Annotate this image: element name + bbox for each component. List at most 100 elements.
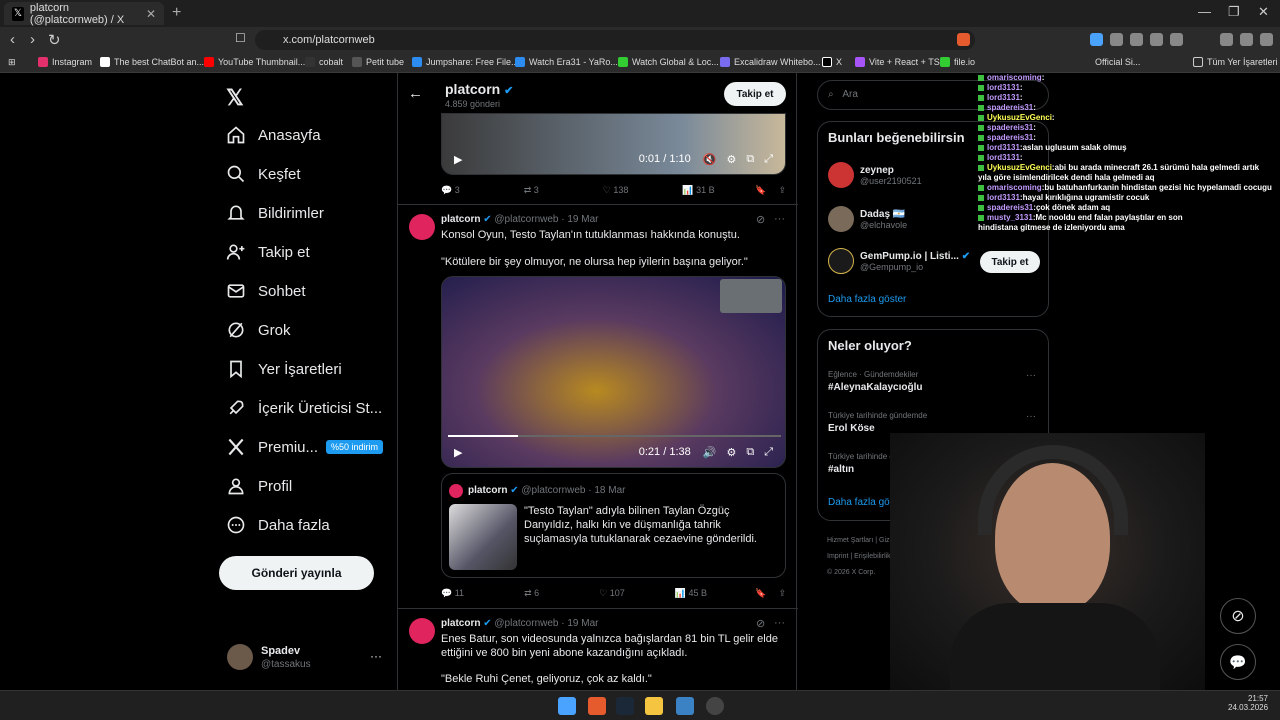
nav-explore[interactable]: Keşfet	[226, 164, 301, 184]
maximize-icon[interactable]: ❐	[1228, 4, 1240, 20]
new-tab-icon[interactable]: +	[172, 4, 181, 22]
bookmark-petit-tube[interactable]: Petit tube	[352, 57, 404, 67]
follow-button[interactable]: Takip et	[980, 251, 1040, 273]
steam-icon[interactable]	[616, 697, 634, 715]
extension-icon[interactable]	[1090, 33, 1103, 46]
nav-grok[interactable]: Grok	[226, 320, 291, 340]
minimize-icon[interactable]: —	[1198, 4, 1211, 19]
close-tab-icon[interactable]: ✕	[146, 7, 156, 21]
retweet-icon[interactable]: ⇄ 6	[524, 588, 539, 599]
nav-messages[interactable]: Sohbet	[226, 281, 306, 301]
x-logo-icon[interactable]: 𝕏	[226, 85, 244, 111]
grok-icon[interactable]: ⊘	[756, 213, 765, 226]
views-icon[interactable]: 📊 31 B	[682, 185, 714, 196]
nav-home[interactable]: Anasayfa	[226, 125, 321, 145]
fullscreen-icon[interactable]: ⤢	[764, 446, 773, 459]
video-player[interactable]: ▶ 0:01 / 1:10 🔇 ⚙ ⧉ ⤢	[441, 113, 786, 175]
play-icon[interactable]: ▶	[454, 153, 462, 166]
share-icon[interactable]: ⇪	[778, 588, 786, 599]
play-icon[interactable]: ▶	[454, 446, 462, 459]
reply-icon[interactable]: 💬 3	[441, 185, 460, 196]
obs-icon[interactable]	[706, 697, 724, 715]
browser-tab[interactable]: 𝕏 platcorn (@platcornweb) / X ✕	[4, 2, 164, 26]
bookmark-icon[interactable]: 🔖	[755, 588, 766, 599]
forward-icon[interactable]: ›	[30, 31, 35, 48]
back-arrow-icon[interactable]: ←	[408, 85, 423, 102]
video-player[interactable]: ▶ 0:21 / 1:38 🔊 ⚙ ⧉ ⤢	[441, 276, 786, 468]
vpn-icon[interactable]	[1240, 33, 1253, 46]
back-icon[interactable]: ‹	[10, 31, 15, 48]
nav-more[interactable]: Daha fazla	[226, 515, 330, 535]
music-icon[interactable]	[1220, 33, 1233, 46]
trend-item[interactable]: Eğlence · Gündemdekiler #AleynaKalaycıoğl…	[828, 370, 922, 393]
bookmark-page-icon[interactable]: ☐	[235, 31, 246, 45]
all-bookmarks[interactable]: Tüm Yer İşaretleri	[1193, 57, 1278, 67]
app-icon[interactable]	[676, 697, 694, 715]
bookmark-file-io[interactable]: file.io	[940, 57, 975, 67]
nav-profile[interactable]: Profil	[226, 476, 292, 496]
bookmark-jumpshare[interactable]: Jumpshare: Free File...	[412, 57, 519, 67]
like-icon[interactable]: ♡ 138	[603, 185, 629, 196]
more-icon[interactable]: ···	[1026, 411, 1036, 422]
fullscreen-icon[interactable]: ⤢	[764, 153, 773, 166]
post-button[interactable]: Gönderi yayınla	[219, 556, 374, 590]
volume-icon[interactable]: 🔊	[703, 446, 717, 459]
more-icon[interactable]: ···	[774, 213, 785, 225]
extension-icon[interactable]	[1130, 33, 1143, 46]
bookmark-icon[interactable]: 🔖	[755, 185, 766, 196]
bookmark-x[interactable]: X	[822, 57, 842, 67]
extension-icon[interactable]	[1110, 33, 1123, 46]
bookmark-cobalt[interactable]: cobalt	[305, 57, 343, 67]
bookmark-instagram[interactable]: Instagram	[38, 57, 92, 67]
url-input[interactable]: x.com/platcornweb	[255, 30, 975, 50]
nav-premium[interactable]: Premiu... %50 indirim	[226, 437, 384, 457]
bookmark-chatbot[interactable]: The best ChatBot an...	[100, 57, 204, 67]
avatar[interactable]	[227, 644, 253, 670]
settings-icon[interactable]: ⚙	[726, 153, 736, 166]
nav-notifications[interactable]: Bildirimler	[226, 203, 324, 223]
bookmark-global[interactable]: Watch Global & Loc...	[618, 57, 719, 67]
bookmark-official[interactable]: Official Si...	[1095, 57, 1140, 67]
pip-icon[interactable]: ⧉	[746, 446, 754, 459]
follow-button[interactable]: Takip et	[724, 82, 786, 106]
grok-icon[interactable]: ⊘	[756, 617, 765, 630]
avatar[interactable]	[409, 618, 435, 644]
suggested-user[interactable]: Dadaş 🇦🇷 @elchavole	[828, 206, 907, 232]
extension-icon[interactable]	[1150, 33, 1163, 46]
more-icon[interactable]: ···	[1026, 370, 1036, 381]
more-icon[interactable]: ···	[774, 617, 785, 629]
pip-icon[interactable]: ⧉	[746, 153, 754, 166]
reply-icon[interactable]: 💬 11	[441, 588, 464, 599]
views-icon[interactable]: 📊 45 B	[675, 588, 707, 599]
brave-icon[interactable]	[588, 697, 606, 715]
retweet-icon[interactable]: ⇄ 3	[524, 185, 539, 196]
nav-follow[interactable]: Takip et	[226, 242, 310, 262]
brave-shield-icon[interactable]	[957, 33, 970, 46]
mute-icon[interactable]: 🔇	[703, 153, 717, 166]
bookmark-youtube-thumbnail[interactable]: YouTube Thumbnail...	[204, 57, 305, 67]
nav-bookmarks[interactable]: Yer İşaretleri	[226, 359, 342, 379]
avatar[interactable]	[409, 214, 435, 240]
close-window-icon[interactable]: ✕	[1258, 4, 1269, 20]
quoted-tweet[interactable]: platcorn ✔ @platcornweb · 18 Mar "Testo …	[441, 473, 786, 578]
suggested-user[interactable]: zeynep @user2190521	[828, 162, 922, 188]
suggested-user[interactable]: GemPump.io | Listi... ✔ @Gempump_io	[828, 248, 970, 274]
settings-icon[interactable]: ⚙	[726, 446, 736, 459]
messages-icon[interactable]: 💬	[1220, 644, 1256, 680]
nav-creator-studio[interactable]: İçerik Üreticisi St...	[226, 398, 382, 418]
folder-icon[interactable]	[645, 697, 663, 715]
trend-item[interactable]: Türkiye tarihinde gündemde Erol Köse	[828, 411, 927, 434]
reload-icon[interactable]: ↻	[48, 31, 61, 49]
extensions-puzzle-icon[interactable]	[1170, 33, 1183, 46]
show-more-link[interactable]: Daha fazla göster	[828, 294, 906, 305]
share-icon[interactable]: ⇪	[778, 185, 786, 196]
apps-icon[interactable]: ⊞	[8, 57, 16, 68]
grok-icon[interactable]: ⊘	[1220, 598, 1256, 634]
bookmark-era31[interactable]: Watch Era31 - YaRo...	[515, 57, 618, 67]
windows-start-icon[interactable]	[558, 697, 576, 715]
bookmark-excalidraw[interactable]: Excalidraw Whitebo...	[720, 57, 821, 67]
menu-icon[interactable]	[1260, 33, 1273, 46]
account-menu-icon[interactable]: ···	[370, 649, 382, 663]
like-icon[interactable]: ♡ 107	[599, 588, 625, 599]
bookmark-vite[interactable]: Vite + React + TS	[855, 57, 940, 67]
